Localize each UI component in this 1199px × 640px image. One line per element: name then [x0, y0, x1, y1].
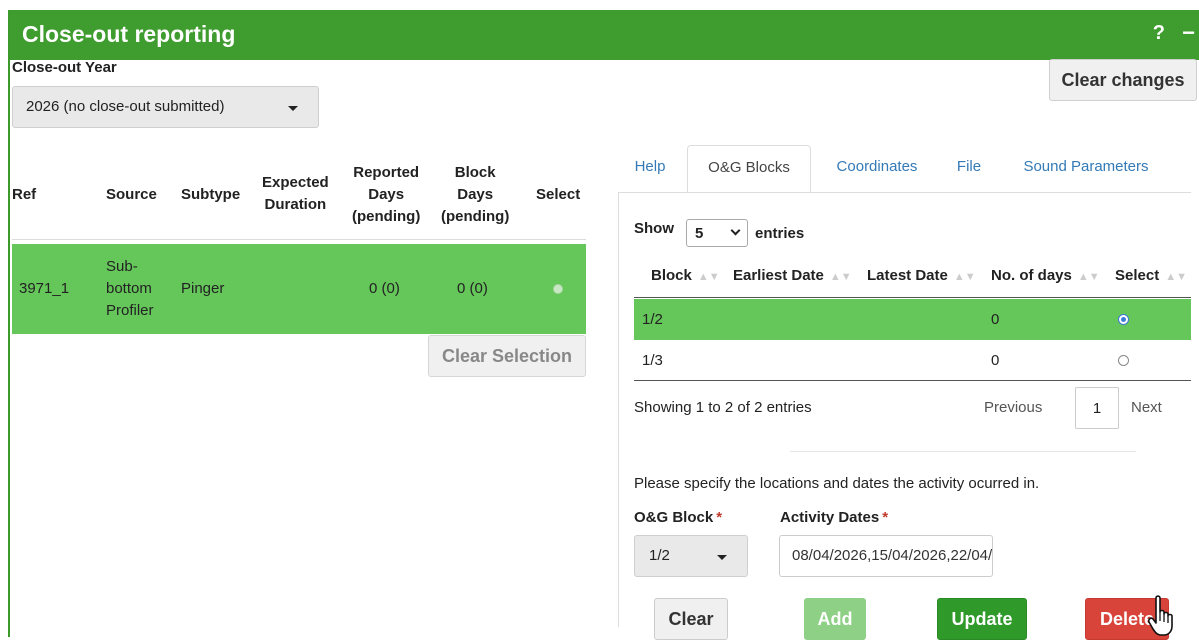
activity-dates-label: Activity Dates *	[780, 509, 888, 526]
col-earliest-label: Earliest Date	[733, 267, 824, 284]
col-block[interactable]: Block ▲▼	[651, 267, 720, 284]
col-select[interactable]: Select	[536, 184, 580, 206]
close-out-year-select[interactable]: 2026 (no close-out submitted)	[12, 86, 319, 128]
col-days-label: No. of days	[991, 267, 1072, 284]
panel-title: Close-out reporting	[22, 21, 236, 47]
cell-subtype: Pinger	[181, 280, 225, 297]
row-select-radio[interactable]	[553, 284, 563, 294]
panel-header: Close-out reporting ? −	[10, 10, 1199, 60]
col-reported-line2: Days	[368, 186, 405, 203]
col-expected-duration[interactable]: Expected Duration	[262, 172, 329, 216]
row-select-radio[interactable]	[1118, 355, 1129, 366]
col-latest-label: Latest Date	[867, 267, 948, 284]
sort-icon: ▲▼	[1165, 271, 1187, 283]
sort-icon: ▲▼	[829, 271, 852, 283]
table-row[interactable]: 3971_1 Sub- bottom Profiler Pinger 0 (0)…	[12, 244, 586, 334]
tab-bar: Help O&G Blocks Coordinates File Sound P…	[618, 145, 1191, 193]
col-source[interactable]: Source	[106, 184, 157, 206]
col-block-line2: Days	[457, 186, 494, 203]
sort-icon: ▲▼	[953, 271, 976, 283]
col-reported-line1: Reported	[353, 164, 420, 181]
clear-button[interactable]: Clear	[654, 598, 728, 640]
col-reported-line3: (pending)	[352, 208, 421, 225]
col-reported-days[interactable]: Reported Days (pending)	[352, 162, 420, 228]
col-block-days[interactable]: Block Days (pending)	[441, 162, 509, 228]
caret-down-icon	[288, 106, 298, 111]
col-expected-line2: Duration	[264, 196, 327, 213]
close-out-year-value: 2026 (no close-out submitted)	[26, 98, 225, 115]
og-block-label-text: O&G Block	[634, 509, 714, 526]
col-block-line1: Block	[454, 164, 496, 181]
entries-length-select[interactable]: 5	[686, 219, 748, 247]
tab-help[interactable]: Help	[618, 145, 682, 193]
entries-label: entries	[755, 225, 805, 242]
blocks-table-header: Block ▲▼ Earliest Date ▲▼ Latest Date ▲▼ No…	[634, 253, 1191, 298]
col-ref[interactable]: Ref	[12, 184, 36, 206]
required-mark: *	[882, 509, 889, 526]
update-button[interactable]: Update	[937, 598, 1027, 640]
collapse-icon[interactable]: −	[1182, 20, 1195, 46]
pagination-previous[interactable]: Previous	[984, 399, 1042, 416]
col-expected-line1: Expected	[262, 174, 329, 191]
cell-reported: 0 (0)	[369, 280, 400, 297]
sort-icon: ▲▼	[697, 271, 720, 283]
og-block-label: O&G Block *	[634, 509, 722, 526]
hand-cursor-icon	[1148, 595, 1173, 636]
og-block-value: 1/2	[649, 547, 670, 564]
tab-sound-parameters[interactable]: Sound Parameters	[1002, 145, 1170, 193]
add-button[interactable]: Add	[804, 598, 866, 640]
cell-block-days: 0 (0)	[457, 280, 488, 297]
table-bottom-rule	[634, 380, 1191, 381]
activity-dates-label-text: Activity Dates	[780, 509, 880, 526]
col-subtype[interactable]: Subtype	[181, 184, 240, 206]
caret-down-icon	[717, 555, 727, 560]
cell-days: 0	[991, 352, 1000, 369]
col-no-of-days[interactable]: No. of days ▲▼	[991, 267, 1100, 284]
col-select[interactable]: Select ▲▼	[1115, 267, 1187, 284]
divider	[790, 451, 1136, 452]
chevron-down-icon	[730, 225, 741, 236]
clear-selection-button[interactable]: Clear Selection	[428, 335, 586, 377]
entries-length-value: 5	[695, 225, 704, 242]
cell-days: 0	[991, 311, 1000, 328]
cell-block: 1/3	[642, 352, 663, 369]
table-info: Showing 1 to 2 of 2 entries	[634, 399, 812, 416]
col-block-label: Block	[651, 267, 692, 284]
cell-ref: 3971_1	[19, 280, 70, 297]
cell-source-line1: Sub-	[106, 258, 138, 275]
tab-og-blocks[interactable]: O&G Blocks	[687, 145, 811, 193]
table-row[interactable]: 1/3 0	[634, 340, 1191, 381]
tab-coordinates[interactable]: Coordinates	[817, 145, 937, 193]
close-out-year-label: Close-out Year	[12, 59, 117, 76]
col-latest-date[interactable]: Latest Date ▲▼	[867, 267, 976, 284]
col-select-label: Select	[1115, 267, 1160, 284]
sort-icon: ▲▼	[1077, 271, 1100, 283]
table-row[interactable]: 1/2 0	[634, 299, 1191, 340]
cell-source-line3: Profiler	[106, 302, 154, 319]
row-select-radio[interactable]	[1118, 314, 1129, 325]
pagination-page-1[interactable]: 1	[1075, 387, 1119, 429]
table-header: Ref Source Subtype Expected Duration Rep…	[12, 150, 586, 240]
og-block-select[interactable]: 1/2	[634, 535, 748, 577]
activity-dates-input[interactable]: 08/04/2026,15/04/2026,22/04/2026	[779, 535, 993, 577]
cell-source: Sub- bottom Profiler	[106, 256, 154, 322]
cell-source-line2: bottom	[106, 280, 152, 297]
col-earliest-date[interactable]: Earliest Date ▲▼	[733, 267, 852, 284]
tab-file[interactable]: File	[941, 145, 997, 193]
cell-block: 1/2	[642, 311, 663, 328]
form-instruction: Please specify the locations and dates t…	[634, 475, 1040, 492]
clear-changes-button[interactable]: Clear changes	[1049, 59, 1197, 101]
help-icon[interactable]: ?	[1153, 22, 1165, 45]
show-label: Show	[634, 220, 674, 237]
col-block-line3: (pending)	[441, 208, 510, 225]
pagination-next[interactable]: Next	[1131, 399, 1162, 416]
required-mark: *	[716, 509, 723, 526]
